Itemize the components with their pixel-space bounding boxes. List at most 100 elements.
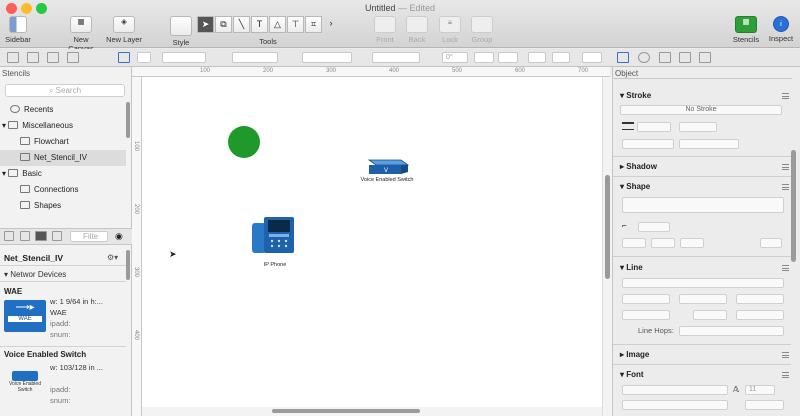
sidebar-item-flowchart[interactable]: Flowchart bbox=[0, 134, 126, 150]
x-position-field[interactable] bbox=[162, 52, 206, 63]
eye-icon[interactable]: ◉ bbox=[115, 231, 123, 242]
shape-section-header[interactable]: ▾ Shape bbox=[620, 182, 650, 191]
document-inspector-icon[interactable] bbox=[679, 52, 691, 63]
line-hops-select[interactable] bbox=[679, 326, 784, 336]
front-button[interactable]: Front bbox=[373, 16, 397, 44]
gear-icon[interactable] bbox=[638, 52, 650, 63]
grid-view-icon[interactable] bbox=[20, 231, 30, 241]
sidebar-item-shapes[interactable]: Shapes bbox=[0, 198, 126, 214]
image-view-icon[interactable] bbox=[4, 231, 14, 241]
sidebar-item-basic[interactable]: ▾ Basic bbox=[0, 166, 126, 182]
canvas-view-icon[interactable] bbox=[7, 52, 19, 63]
flip-h-button[interactable] bbox=[474, 52, 494, 63]
line-section-header[interactable]: ▾ Line bbox=[620, 263, 643, 272]
canvas-vertical-scrollbar[interactable] bbox=[602, 77, 612, 416]
stencil-group-header[interactable]: ▾ Networ Devices bbox=[4, 270, 66, 279]
stencil-search-input[interactable]: ⌕ Search bbox=[5, 84, 125, 97]
font-color-well[interactable] bbox=[745, 400, 784, 410]
x-field[interactable] bbox=[137, 52, 151, 63]
shadow-section-header[interactable]: ▸ Shadow bbox=[620, 162, 657, 171]
layers-view-icon[interactable] bbox=[27, 52, 39, 63]
menu-icon[interactable] bbox=[782, 265, 789, 271]
line-tool[interactable]: ╲ bbox=[233, 16, 250, 33]
y-position-field[interactable] bbox=[232, 52, 278, 63]
flip-v-button[interactable] bbox=[498, 52, 518, 63]
rubber-band-tool[interactable]: ⧉ bbox=[215, 16, 232, 33]
corner-style-buttons[interactable] bbox=[679, 139, 739, 149]
wae-thumbnail[interactable]: ⟶▸ WAE bbox=[4, 300, 46, 332]
stroke-section-header[interactable]: ▾ Stroke bbox=[620, 91, 651, 100]
menu-icon[interactable] bbox=[782, 164, 789, 170]
line-tail-select[interactable] bbox=[622, 294, 670, 304]
line-type-select[interactable] bbox=[622, 278, 784, 288]
drawing-canvas[interactable]: V Voice Enabled Switch IP Phone ➤ bbox=[142, 77, 602, 409]
menu-icon[interactable] bbox=[782, 184, 789, 190]
pen-tool[interactable]: ⌗ bbox=[305, 16, 322, 33]
object-inspector-icon[interactable] bbox=[617, 52, 629, 63]
grid-icon[interactable] bbox=[118, 52, 130, 63]
sidebar-button[interactable]: Sidebar bbox=[3, 16, 33, 44]
menu-icon[interactable] bbox=[782, 372, 789, 378]
corner-radius-field[interactable] bbox=[638, 222, 670, 232]
voice-enabled-switch-shape[interactable]: V Voice Enabled Switch bbox=[354, 155, 420, 185]
group-button[interactable]: Group bbox=[469, 16, 495, 44]
swap-ends-button[interactable] bbox=[679, 294, 727, 304]
font-style-select[interactable] bbox=[622, 400, 728, 410]
gear-icon[interactable]: ⚙▾ bbox=[107, 253, 118, 262]
stencils-button[interactable]: ▦ Stencils bbox=[731, 16, 761, 44]
outline-view-icon[interactable] bbox=[47, 52, 59, 63]
size-button[interactable] bbox=[582, 52, 602, 63]
ip-phone-shape[interactable]: IP Phone bbox=[248, 217, 302, 269]
inspector-scrollbar[interactable] bbox=[791, 150, 796, 262]
width-field[interactable] bbox=[302, 52, 352, 63]
sidebar-item-recents[interactable]: Recents bbox=[0, 102, 126, 118]
select-tool[interactable]: ➤ bbox=[197, 16, 214, 33]
style-button[interactable]: Style bbox=[170, 16, 192, 47]
stroke-color-well[interactable] bbox=[679, 122, 717, 132]
stack-view-icon[interactable] bbox=[67, 52, 79, 63]
folder-view-icon[interactable] bbox=[52, 231, 62, 241]
properties-inspector-icon[interactable] bbox=[699, 52, 711, 63]
stroke-style-select[interactable]: No Stroke bbox=[620, 105, 782, 115]
canvas-horizontal-scrollbar[interactable] bbox=[142, 407, 602, 416]
stencil-list-scrollbar[interactable] bbox=[126, 250, 130, 280]
text-tool[interactable]: T bbox=[251, 16, 268, 33]
font-size-field[interactable]: 11 bbox=[745, 385, 775, 395]
scroll-thumb[interactable] bbox=[605, 175, 610, 279]
sidebar-item-miscellaneous[interactable]: ▾ Miscellaneous bbox=[0, 118, 126, 134]
shape-option-button[interactable] bbox=[651, 238, 675, 248]
menu-icon[interactable] bbox=[782, 352, 789, 358]
sidebar-item-connections[interactable]: Connections bbox=[0, 182, 126, 198]
zoom-window-button[interactable] bbox=[36, 3, 47, 14]
lock-button[interactable]: 🔒︎ Lock bbox=[438, 16, 462, 44]
new-layer-button[interactable]: ◈ New Layer bbox=[104, 16, 144, 44]
minimize-window-button[interactable] bbox=[21, 3, 32, 14]
new-canvas-button[interactable]: ▦New Canvas bbox=[60, 16, 102, 53]
stencil-filter-input[interactable]: Filte bbox=[70, 231, 108, 242]
green-circle-shape[interactable] bbox=[228, 126, 260, 158]
back-button[interactable]: Back bbox=[405, 16, 429, 44]
voice-switch-thumbnail[interactable]: Voice Enabled Switch bbox=[4, 369, 46, 397]
stroke-pattern-select[interactable] bbox=[622, 139, 674, 149]
shape-option-button[interactable] bbox=[760, 238, 782, 248]
scroll-thumb[interactable] bbox=[272, 409, 420, 413]
menu-icon[interactable] bbox=[782, 93, 789, 99]
corner-radius-field[interactable] bbox=[693, 310, 727, 320]
sidebar-scrollbar[interactable] bbox=[126, 102, 130, 138]
distribute-button[interactable] bbox=[552, 52, 570, 63]
tail-scale-field[interactable] bbox=[622, 310, 670, 320]
font-family-select[interactable] bbox=[622, 385, 728, 395]
inspect-button[interactable]: i Inspect bbox=[766, 16, 796, 43]
sidebar-item-net-stencil-iv[interactable]: Net_Stencil_IV bbox=[0, 150, 126, 166]
shape-option-button[interactable] bbox=[622, 238, 646, 248]
height-field[interactable] bbox=[372, 52, 420, 63]
more-tools-button[interactable]: › bbox=[325, 16, 337, 33]
font-section-header[interactable]: ▾ Font bbox=[620, 370, 644, 379]
line-head-select[interactable] bbox=[736, 294, 784, 304]
head-scale-field[interactable] bbox=[736, 310, 784, 320]
align-button[interactable] bbox=[528, 52, 546, 63]
list-view-icon[interactable] bbox=[35, 231, 47, 241]
rotation-field[interactable]: 0° bbox=[442, 52, 468, 63]
shape-option-button[interactable] bbox=[680, 238, 704, 248]
stroke-width-field[interactable] bbox=[637, 122, 671, 132]
